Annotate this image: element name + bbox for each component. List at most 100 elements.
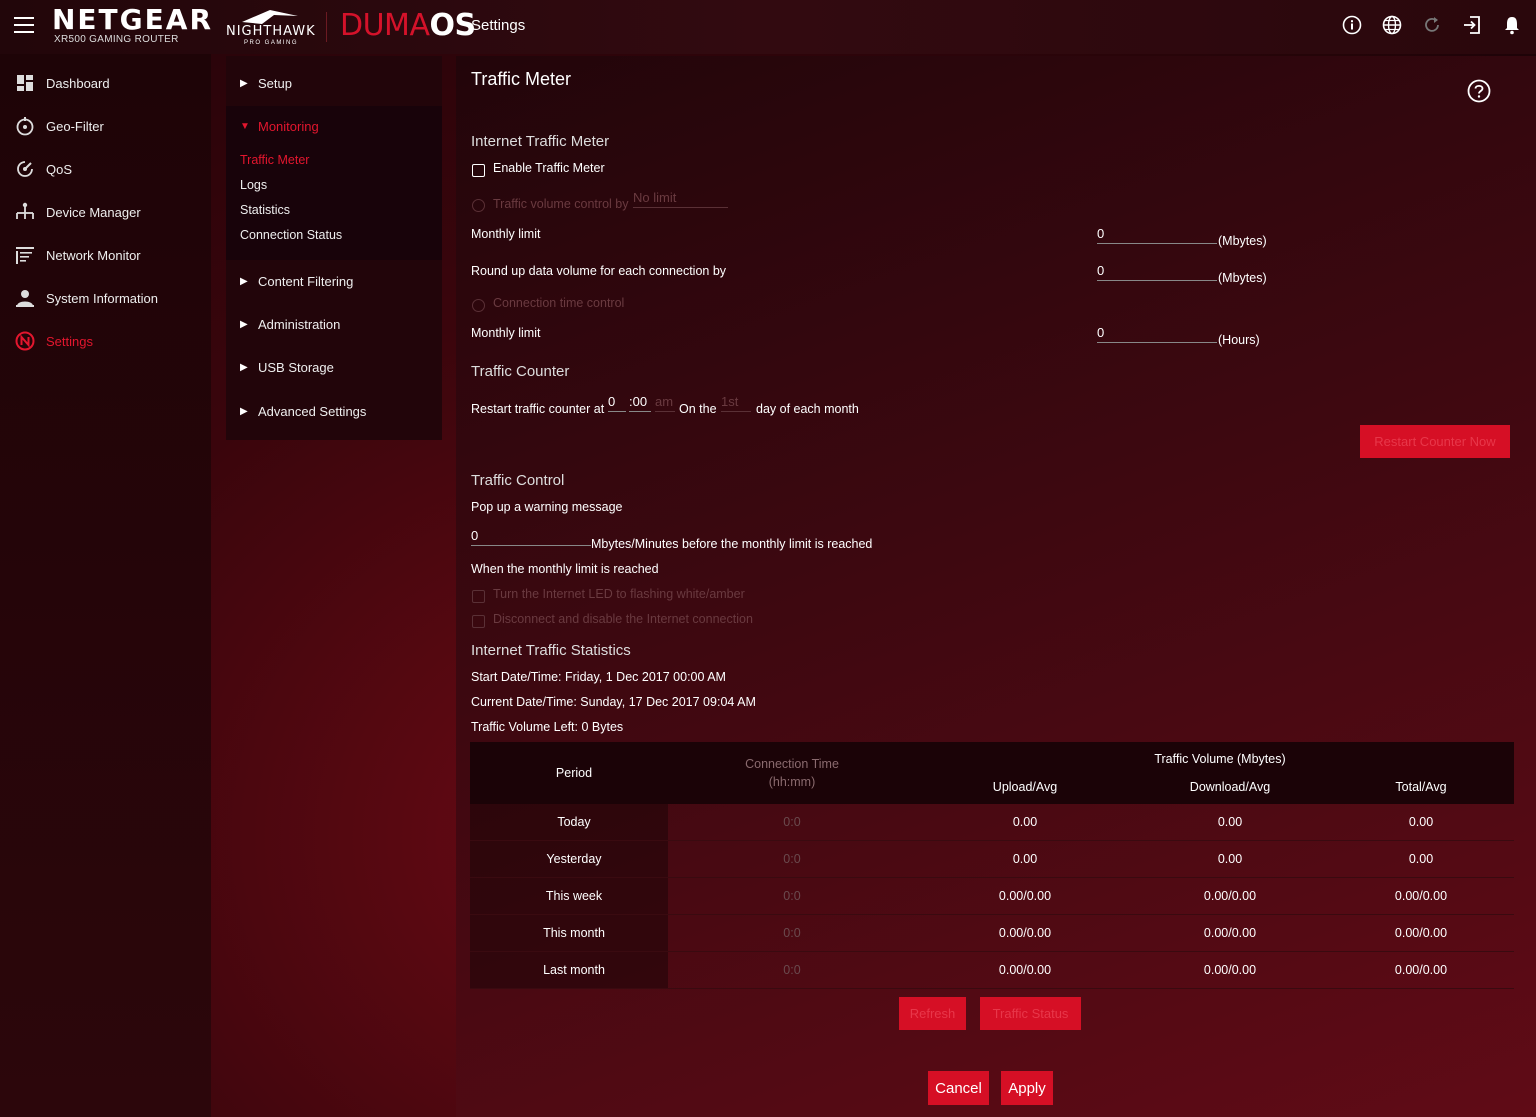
- triangle-right-icon: ▶: [240, 318, 248, 330]
- help-icon[interactable]: [1467, 79, 1491, 103]
- sidebar-item-label: Geo-Filter: [46, 118, 104, 134]
- restart-day-select[interactable]: [721, 394, 751, 412]
- submenu-monitoring[interactable]: ▼ Monitoring: [226, 115, 442, 137]
- page-title: Settings: [471, 17, 526, 34]
- restart-minute-input[interactable]: [629, 394, 651, 412]
- restart-counter-label: Restart traffic counter at: [471, 402, 605, 416]
- monthly-hours-input[interactable]: [1097, 325, 1217, 343]
- table-cell-download: 0.00: [1217, 852, 1243, 866]
- volume-control-radio[interactable]: [472, 199, 485, 212]
- submenu-administration-label: Administration: [258, 316, 341, 332]
- popup-warning-label: Pop up a warning message: [471, 500, 623, 514]
- globe-icon[interactable]: [1382, 14, 1402, 36]
- table-cell-total: 0.00/0.00: [1394, 926, 1448, 940]
- sidebar-item-settings[interactable]: Settings: [0, 321, 211, 361]
- traffic-control-heading: Traffic Control: [471, 472, 565, 489]
- sidebar-item-network-monitor[interactable]: Network Monitor: [0, 235, 211, 275]
- menu-icon[interactable]: [14, 17, 34, 33]
- submenu-item-statistics[interactable]: Statistics: [240, 203, 290, 217]
- table-row: Yesterday 0:0 0.00 0.00 0.00: [470, 841, 1514, 878]
- sidebar-item-label: Network Monitor: [46, 247, 141, 263]
- bell-icon[interactable]: [1502, 14, 1522, 36]
- sidebar-item-geo-filter[interactable]: Geo-Filter: [0, 106, 211, 146]
- sidebar-item-system-information[interactable]: System Information: [0, 278, 211, 318]
- submenu-usb-storage[interactable]: ▶ USB Storage: [226, 356, 442, 378]
- disconnect-checkbox[interactable]: [472, 615, 485, 628]
- column-period: Period: [555, 766, 593, 780]
- netgear-logo: NETGEAR XR500 GAMING ROUTER: [52, 4, 213, 46]
- sidebar-item-label: Dashboard: [46, 75, 110, 91]
- restart-hour-input[interactable]: [608, 394, 626, 412]
- submenu-item-connection-status[interactable]: Connection Status: [240, 228, 342, 242]
- triangle-right-icon: ▶: [240, 405, 248, 417]
- header-divider: [326, 12, 327, 42]
- submenu-usb-storage-label: USB Storage: [258, 359, 334, 375]
- table-cell-total: 0.00/0.00: [1394, 963, 1448, 977]
- monthly-hours-unit: (Hours): [1218, 333, 1260, 347]
- table-row: Last month 0:0 0.00/0.00 0.00/0.00 0.00/0.00: [470, 952, 1514, 989]
- table-row: Today 0:0 0.00 0.00 0.00: [470, 804, 1514, 841]
- apply-button[interactable]: Apply: [1001, 1071, 1053, 1105]
- table-row: This week 0:0 0.00/0.00 0.00/0.00 0.00/0.00: [470, 878, 1514, 915]
- submenu-item-traffic-meter[interactable]: Traffic Meter: [240, 153, 309, 167]
- dumaos-logo-part2: OS: [429, 8, 476, 43]
- nighthawk-logo: NIGHTHAWK PRO GAMING: [226, 6, 316, 48]
- current-datetime: Current Date/Time: Sunday, 17 Dec 2017 0…: [471, 695, 756, 709]
- round-up-label: Round up data volume for each connection…: [471, 264, 727, 278]
- submenu-content-filtering-label: Content Filtering: [258, 273, 354, 289]
- restart-ampm-select[interactable]: [655, 394, 675, 412]
- restart-counter-now-button[interactable]: Restart Counter Now: [1360, 425, 1510, 458]
- dumaos-logo: DUMAOS: [340, 8, 476, 44]
- refresh-icon[interactable]: [1422, 14, 1442, 36]
- sidebar-item-dashboard[interactable]: Dashboard: [0, 63, 211, 103]
- table-cell-upload: 0.00: [1012, 852, 1038, 866]
- column-download: Download/Avg: [1189, 780, 1271, 794]
- main-panel: Traffic Meter Internet Traffic Meter Ena…: [456, 56, 1536, 1117]
- round-up-input[interactable]: [1097, 263, 1217, 281]
- submenu-advanced-settings[interactable]: ▶ Advanced Settings: [226, 400, 442, 422]
- settings-submenu: ▶ Setup ▼ Monitoring Traffic Meter Logs …: [226, 56, 442, 440]
- sidebar: Dashboard Geo-Filter QoS Device Manager …: [0, 54, 211, 1117]
- table-cell-upload: 0.00/0.00: [998, 889, 1052, 903]
- geo-filter-icon: [16, 117, 34, 136]
- monthly-limit-input[interactable]: [1097, 226, 1217, 244]
- led-flash-checkbox[interactable]: [472, 590, 485, 603]
- submenu-administration[interactable]: ▶ Administration: [226, 313, 442, 335]
- top-bar: NETGEAR XR500 GAMING ROUTER NIGHTHAWK PR…: [0, 0, 1536, 54]
- table-cell-total: 0.00/0.00: [1394, 889, 1448, 903]
- table-header: Period Connection Time (hh:mm) Traffic V…: [470, 742, 1514, 804]
- enable-traffic-meter-label: Enable Traffic Meter: [493, 161, 605, 175]
- sidebar-item-device-manager[interactable]: Device Manager: [0, 192, 211, 232]
- top-icons: [1342, 14, 1522, 36]
- submenu-setup[interactable]: ▶ Setup: [226, 72, 442, 94]
- volume-control-select[interactable]: [633, 190, 728, 208]
- network-monitor-icon: [16, 247, 34, 264]
- cancel-button[interactable]: Cancel: [928, 1071, 989, 1105]
- logout-icon[interactable]: [1462, 14, 1482, 36]
- monthly-limit-label: Monthly limit: [471, 227, 541, 241]
- warning-threshold-input[interactable]: [471, 528, 591, 546]
- table-cell-period: This month: [543, 926, 605, 940]
- when-limit-reached-label: When the monthly limit is reached: [471, 562, 659, 576]
- submenu-monitoring-label: Monitoring: [258, 118, 319, 134]
- monthly-hours-label: Monthly limit: [471, 326, 541, 340]
- statistics-table: Period Connection Time (hh:mm) Traffic V…: [470, 742, 1514, 989]
- info-icon[interactable]: [1342, 14, 1362, 36]
- triangle-right-icon: ▶: [240, 275, 248, 287]
- sidebar-item-qos[interactable]: QoS: [0, 149, 211, 189]
- enable-traffic-meter-checkbox[interactable]: [472, 164, 485, 177]
- table-cell-upload: 0.00/0.00: [998, 926, 1052, 940]
- submenu-item-logs[interactable]: Logs: [240, 178, 267, 192]
- column-traffic-volume: Traffic Volume (Mbytes): [1154, 752, 1286, 766]
- column-total: Total/Avg: [1395, 780, 1447, 794]
- nighthawk-bird-icon: [242, 10, 298, 24]
- traffic-volume-left: Traffic Volume Left: 0 Bytes: [471, 720, 624, 734]
- refresh-button[interactable]: Refresh: [899, 997, 966, 1030]
- sidebar-item-label: Device Manager: [46, 204, 141, 220]
- submenu-content-filtering[interactable]: ▶ Content Filtering: [226, 270, 442, 292]
- traffic-status-button[interactable]: Traffic Status: [980, 997, 1081, 1030]
- submenu-setup-label: Setup: [258, 75, 292, 91]
- table-cell-download: 0.00/0.00: [1203, 963, 1257, 977]
- connection-time-radio[interactable]: [472, 299, 485, 312]
- system-info-icon: [16, 290, 34, 307]
